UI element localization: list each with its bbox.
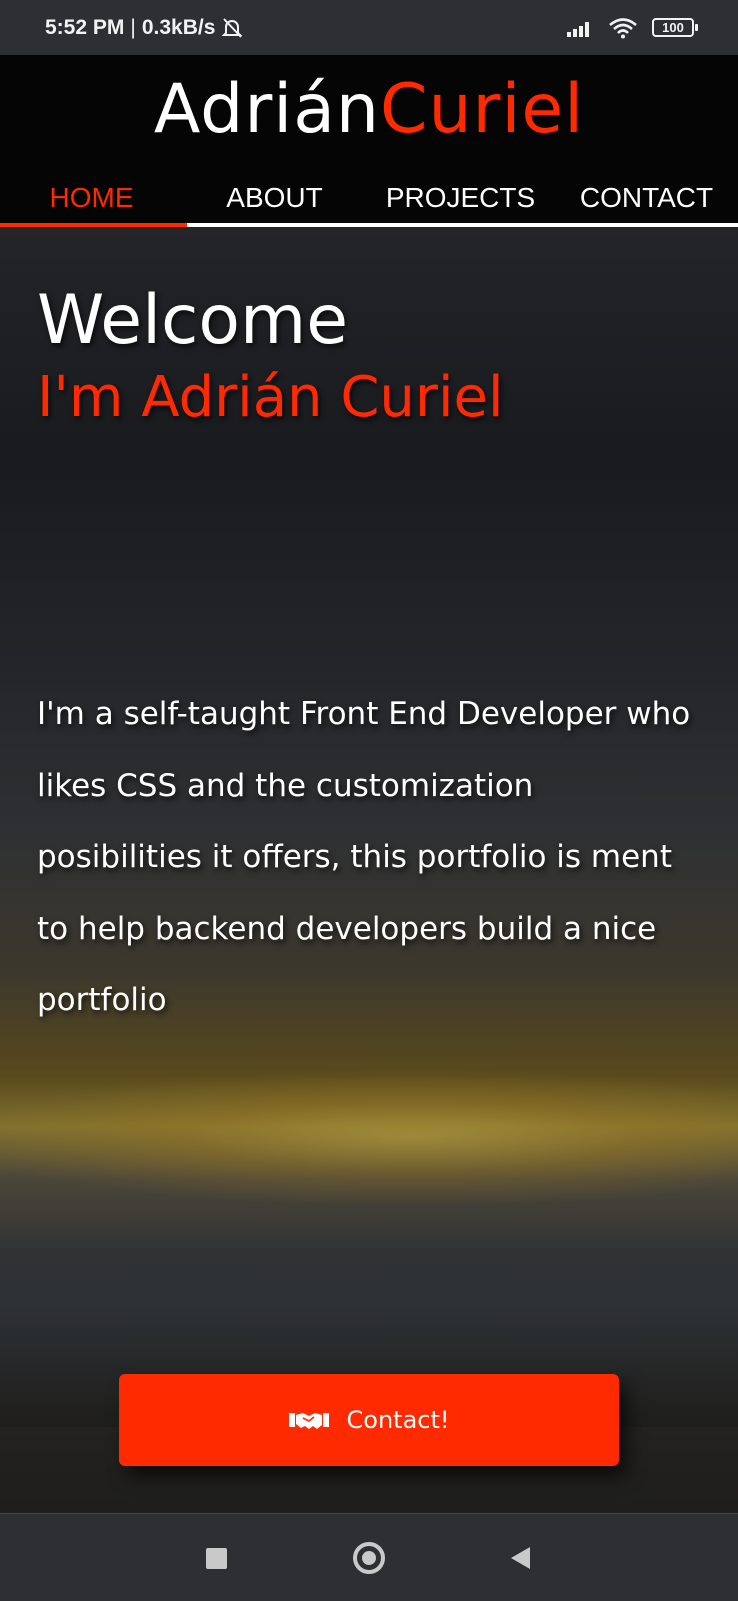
status-left: 5:52 PM | 0.3kB/s <box>45 16 243 40</box>
main-nav: HOME ABOUT PROJECTS CONTACT <box>0 172 738 224</box>
nav-projects[interactable]: PROJECTS <box>366 172 555 224</box>
back-icon[interactable] <box>508 1542 532 1574</box>
handshake-icon <box>288 1413 329 1429</box>
logo-first-name: Adrián <box>153 70 380 149</box>
status-net-speed: 0.3kB/s <box>141 15 216 39</box>
site-header: AdriánCuriel HOME ABOUT PROJECTS CONTACT <box>0 55 738 226</box>
home-icon[interactable] <box>352 1542 386 1574</box>
hero-bio-text: I'm a self-taught Front End Developer wh… <box>37 696 691 1018</box>
status-right: 100 <box>566 17 698 39</box>
site-logo[interactable]: AdriánCuriel <box>0 69 738 151</box>
hero-section: Welcome I'm Adrián Curiel I'm a self-tau… <box>0 227 738 1513</box>
nav-about[interactable]: ABOUT <box>183 172 366 224</box>
wifi-icon <box>609 17 637 38</box>
recents-icon[interactable] <box>205 1542 227 1574</box>
signal-icon <box>567 21 589 37</box>
system-nav-bar <box>0 1513 738 1601</box>
nav-contact[interactable]: CONTACT <box>555 172 738 224</box>
contact-button[interactable]: Contact! <box>119 1374 619 1466</box>
hero-welcome-heading: Welcome <box>37 281 349 360</box>
status-time: 5:52 PM <box>45 15 125 39</box>
status-bar: 5:52 PM | 0.3kB/s 100 <box>0 0 738 55</box>
battery-icon: 100 <box>652 18 698 37</box>
logo-last-name: Curiel <box>379 70 585 149</box>
battery-level: 100 <box>662 20 684 35</box>
mute-bell-icon <box>221 17 243 38</box>
hero-subtitle: I'm Adrián Curiel <box>37 365 504 430</box>
contact-button-label: Contact! <box>346 1406 450 1434</box>
status-separator: | <box>130 15 136 39</box>
nav-home[interactable]: HOME <box>0 172 183 224</box>
